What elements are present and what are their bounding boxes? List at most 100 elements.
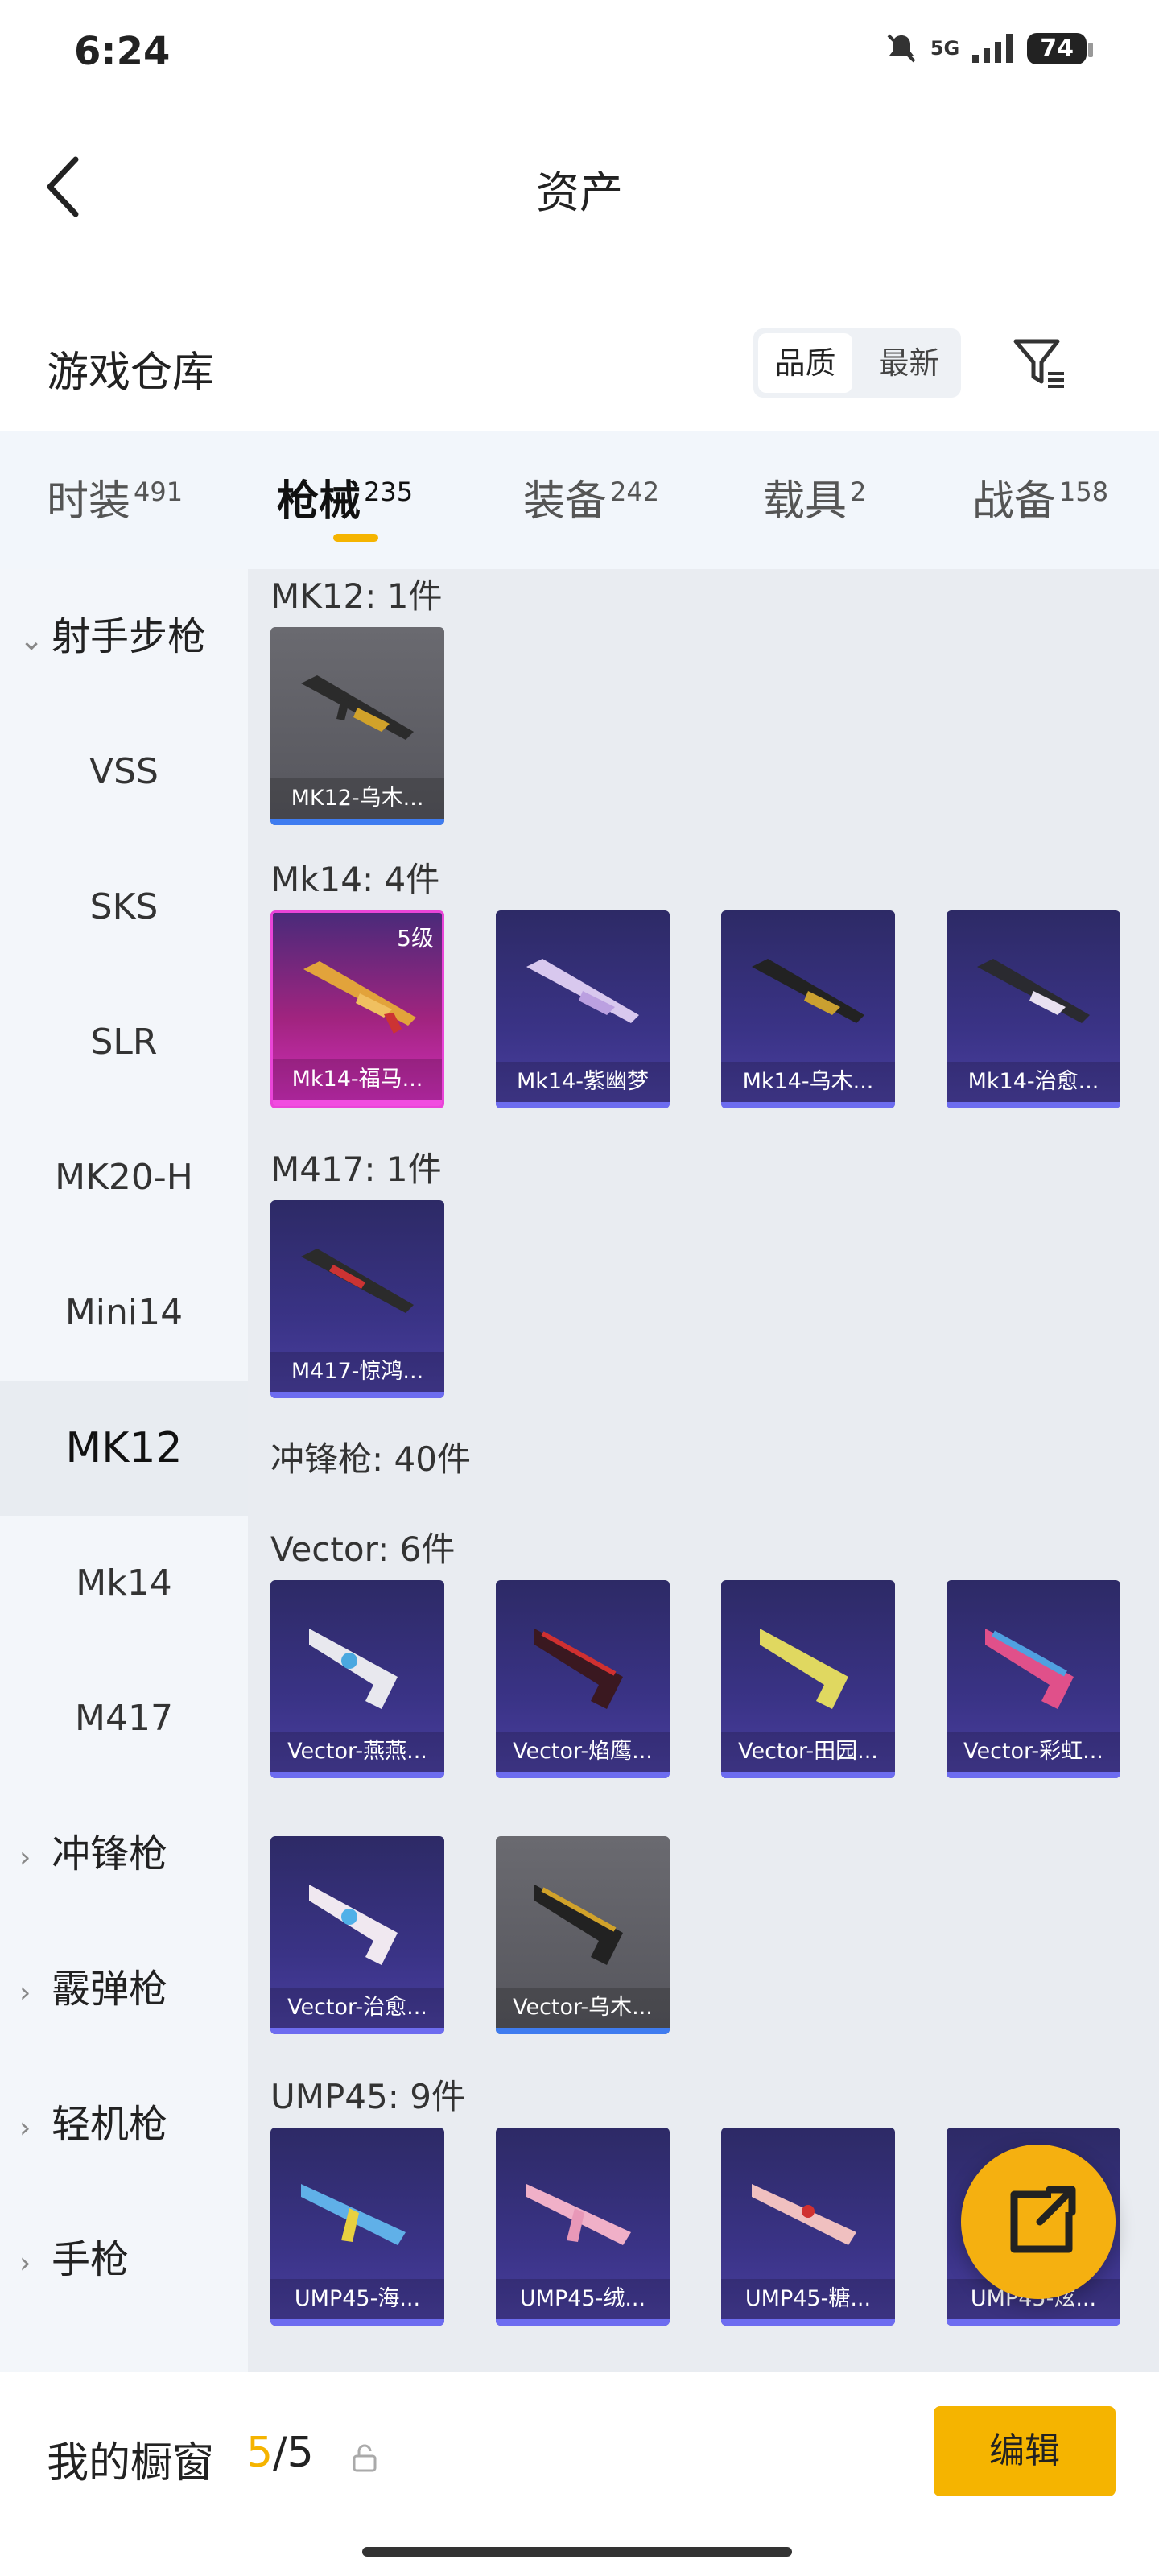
smg-icon bbox=[526, 2184, 631, 2245]
rifle-icon bbox=[301, 675, 414, 740]
smg-icon bbox=[301, 2184, 406, 2245]
smg-icon bbox=[309, 1885, 398, 1965]
sidebar-item-mk12[interactable]: MK12 bbox=[0, 1381, 248, 1516]
sidebar-category-lmg[interactable]: › 轻机枪 bbox=[0, 2057, 248, 2192]
weapon-card[interactable]: Mk14-乌木... bbox=[721, 910, 895, 1108]
rifle-icon bbox=[303, 961, 416, 1034]
tab-count: 235 bbox=[364, 476, 414, 507]
tab-label: 装备 bbox=[523, 477, 608, 526]
tab-guns[interactable]: 枪械 235 bbox=[277, 467, 413, 527]
status-time: 6:24 bbox=[74, 29, 171, 74]
sidebar-item-mk20h[interactable]: MK20-H bbox=[0, 1110, 248, 1245]
sidebar-category-marksman[interactable]: ⌄ 射手步枪 bbox=[0, 569, 248, 704]
category-tabs: 时装 491 枪械 235 装备 242 载具 2 战备 158 bbox=[0, 431, 1159, 569]
rarity-bar bbox=[270, 2319, 444, 2326]
weapon-name: Vector-乌木... bbox=[496, 1988, 670, 2028]
weapon-name: Vector-治愈... bbox=[270, 1988, 444, 2028]
active-tab-indicator bbox=[333, 534, 378, 542]
edit-button[interactable]: 编辑 bbox=[934, 2406, 1116, 2496]
category-label: 轻机枪 bbox=[52, 2102, 168, 2147]
sort-toggle: 品质 最新 bbox=[753, 328, 961, 398]
sidebar-item-vss[interactable]: VSS bbox=[0, 704, 248, 840]
rarity-bar bbox=[721, 1772, 895, 1778]
sidebar-category-smg[interactable]: › 冲锋枪 bbox=[0, 1786, 248, 1922]
group-heading-ump45: UMP45: 9件 bbox=[270, 2077, 465, 2116]
filter-button[interactable] bbox=[1011, 335, 1067, 391]
showcase-title: 我的橱窗 bbox=[47, 2439, 215, 2487]
rarity-bar bbox=[496, 1772, 670, 1778]
smg-icon bbox=[534, 1885, 623, 1965]
weapon-card[interactable]: Vector-彩虹... bbox=[947, 1580, 1120, 1778]
category-label: 手枪 bbox=[52, 2237, 130, 2282]
rarity-bar bbox=[496, 2319, 670, 2326]
weapon-card[interactable]: Vector-乌木... bbox=[496, 1836, 670, 2034]
showcase-count-current: 5 bbox=[246, 2429, 274, 2477]
rarity-bar bbox=[496, 1102, 670, 1108]
battery-indicator: 74 bbox=[1027, 32, 1093, 64]
weapon-name: Vector-彩虹... bbox=[947, 1732, 1120, 1772]
smg-icon bbox=[534, 1629, 623, 1709]
weapon-card[interactable]: Vector-田园... bbox=[721, 1580, 895, 1778]
sidebar-item-m417[interactable]: M417 bbox=[0, 1651, 248, 1786]
weapon-name: Mk14-乌木... bbox=[721, 1062, 895, 1102]
weapon-card[interactable]: 5级 Mk14-福马... bbox=[270, 910, 444, 1108]
category-label: 霰弹枪 bbox=[52, 1967, 168, 2012]
smg-icon bbox=[760, 1629, 848, 1709]
weapon-card[interactable]: Vector-燕燕... bbox=[270, 1580, 444, 1778]
lock-icon bbox=[353, 2444, 377, 2472]
showcase-count: 5/5 bbox=[246, 2429, 314, 2477]
rarity-bar bbox=[947, 2319, 1120, 2326]
tab-fashion[interactable]: 时装 491 bbox=[47, 467, 183, 527]
tab-count: 491 bbox=[134, 476, 184, 507]
rifle-icon bbox=[752, 959, 864, 1023]
filter-icon bbox=[1013, 339, 1064, 388]
rarity-bar bbox=[721, 1102, 895, 1108]
showcase-count-total: /5 bbox=[273, 2429, 314, 2477]
category-label: 射手步枪 bbox=[52, 614, 207, 659]
weapon-card[interactable]: Vector-焰鹰... bbox=[496, 1580, 670, 1778]
sidebar-item-slr[interactable]: SLR bbox=[0, 975, 248, 1110]
weapon-card[interactable]: UMP45-糖... bbox=[721, 2128, 895, 2326]
rifle-icon bbox=[977, 959, 1090, 1023]
page-title: 资产 bbox=[536, 167, 623, 218]
network-label: 5G bbox=[930, 37, 960, 60]
tab-label: 战备 bbox=[972, 477, 1057, 526]
rifle-icon bbox=[526, 959, 639, 1023]
tab-vehicles[interactable]: 载具 2 bbox=[763, 467, 866, 527]
showcase-footer: 我的橱窗 5/5 编辑 bbox=[0, 2372, 1159, 2576]
home-indicator[interactable] bbox=[362, 2547, 792, 2557]
sidebar-item-sks[interactable]: SKS bbox=[0, 840, 248, 975]
weapon-card[interactable]: Vector-治愈... bbox=[270, 1836, 444, 2034]
sidebar-category-pistol[interactable]: › 手枪 bbox=[0, 2192, 248, 2327]
weapon-card[interactable]: MK12-乌木... bbox=[270, 627, 444, 825]
sidebar-category-shotgun[interactable]: › 霰弹枪 bbox=[0, 1922, 248, 2057]
weapon-card[interactable]: Mk14-紫幽梦 bbox=[496, 910, 670, 1108]
group-heading-mk12: MK12: 1件 bbox=[270, 576, 443, 616]
tab-equipment[interactable]: 装备 242 bbox=[523, 467, 659, 527]
group-heading-vector: Vector: 6件 bbox=[270, 1530, 456, 1569]
warehouse-header: 游戏仓库 品质 最新 bbox=[0, 314, 1159, 419]
weapon-name: Mk14-福马... bbox=[273, 1059, 442, 1100]
share-fab[interactable] bbox=[961, 2145, 1116, 2299]
tab-label: 时装 bbox=[47, 477, 131, 526]
weapon-card[interactable]: UMP45-绒... bbox=[496, 2128, 670, 2326]
sort-newest-button[interactable]: 最新 bbox=[857, 328, 961, 398]
weapon-name: MK12-乌木... bbox=[270, 778, 444, 819]
rarity-bar bbox=[721, 2319, 895, 2326]
chevron-down-icon: ⌄ bbox=[19, 624, 44, 657]
sidebar-item-mk14[interactable]: Mk14 bbox=[0, 1516, 248, 1651]
tab-supplies[interactable]: 战备 158 bbox=[972, 467, 1108, 527]
rarity-bar bbox=[947, 1102, 1120, 1108]
tab-count: 158 bbox=[1059, 476, 1109, 507]
status-bar: 6:24 5G 74 bbox=[0, 0, 1159, 105]
weapon-card[interactable]: Mk14-治愈... bbox=[947, 910, 1120, 1108]
rarity-bar bbox=[273, 1100, 442, 1106]
weapon-card[interactable]: M417-惊鸿... bbox=[270, 1200, 444, 1398]
weapon-name: Mk14-治愈... bbox=[947, 1062, 1120, 1102]
top-bar: 资产 bbox=[0, 105, 1159, 266]
category-label: 冲锋枪 bbox=[52, 1831, 168, 1876]
sidebar-item-mini14[interactable]: Mini14 bbox=[0, 1245, 248, 1381]
status-icons: 5G 74 bbox=[884, 31, 1093, 66]
sort-quality-button[interactable]: 品质 bbox=[758, 333, 852, 393]
weapon-card[interactable]: UMP45-海... bbox=[270, 2128, 444, 2326]
